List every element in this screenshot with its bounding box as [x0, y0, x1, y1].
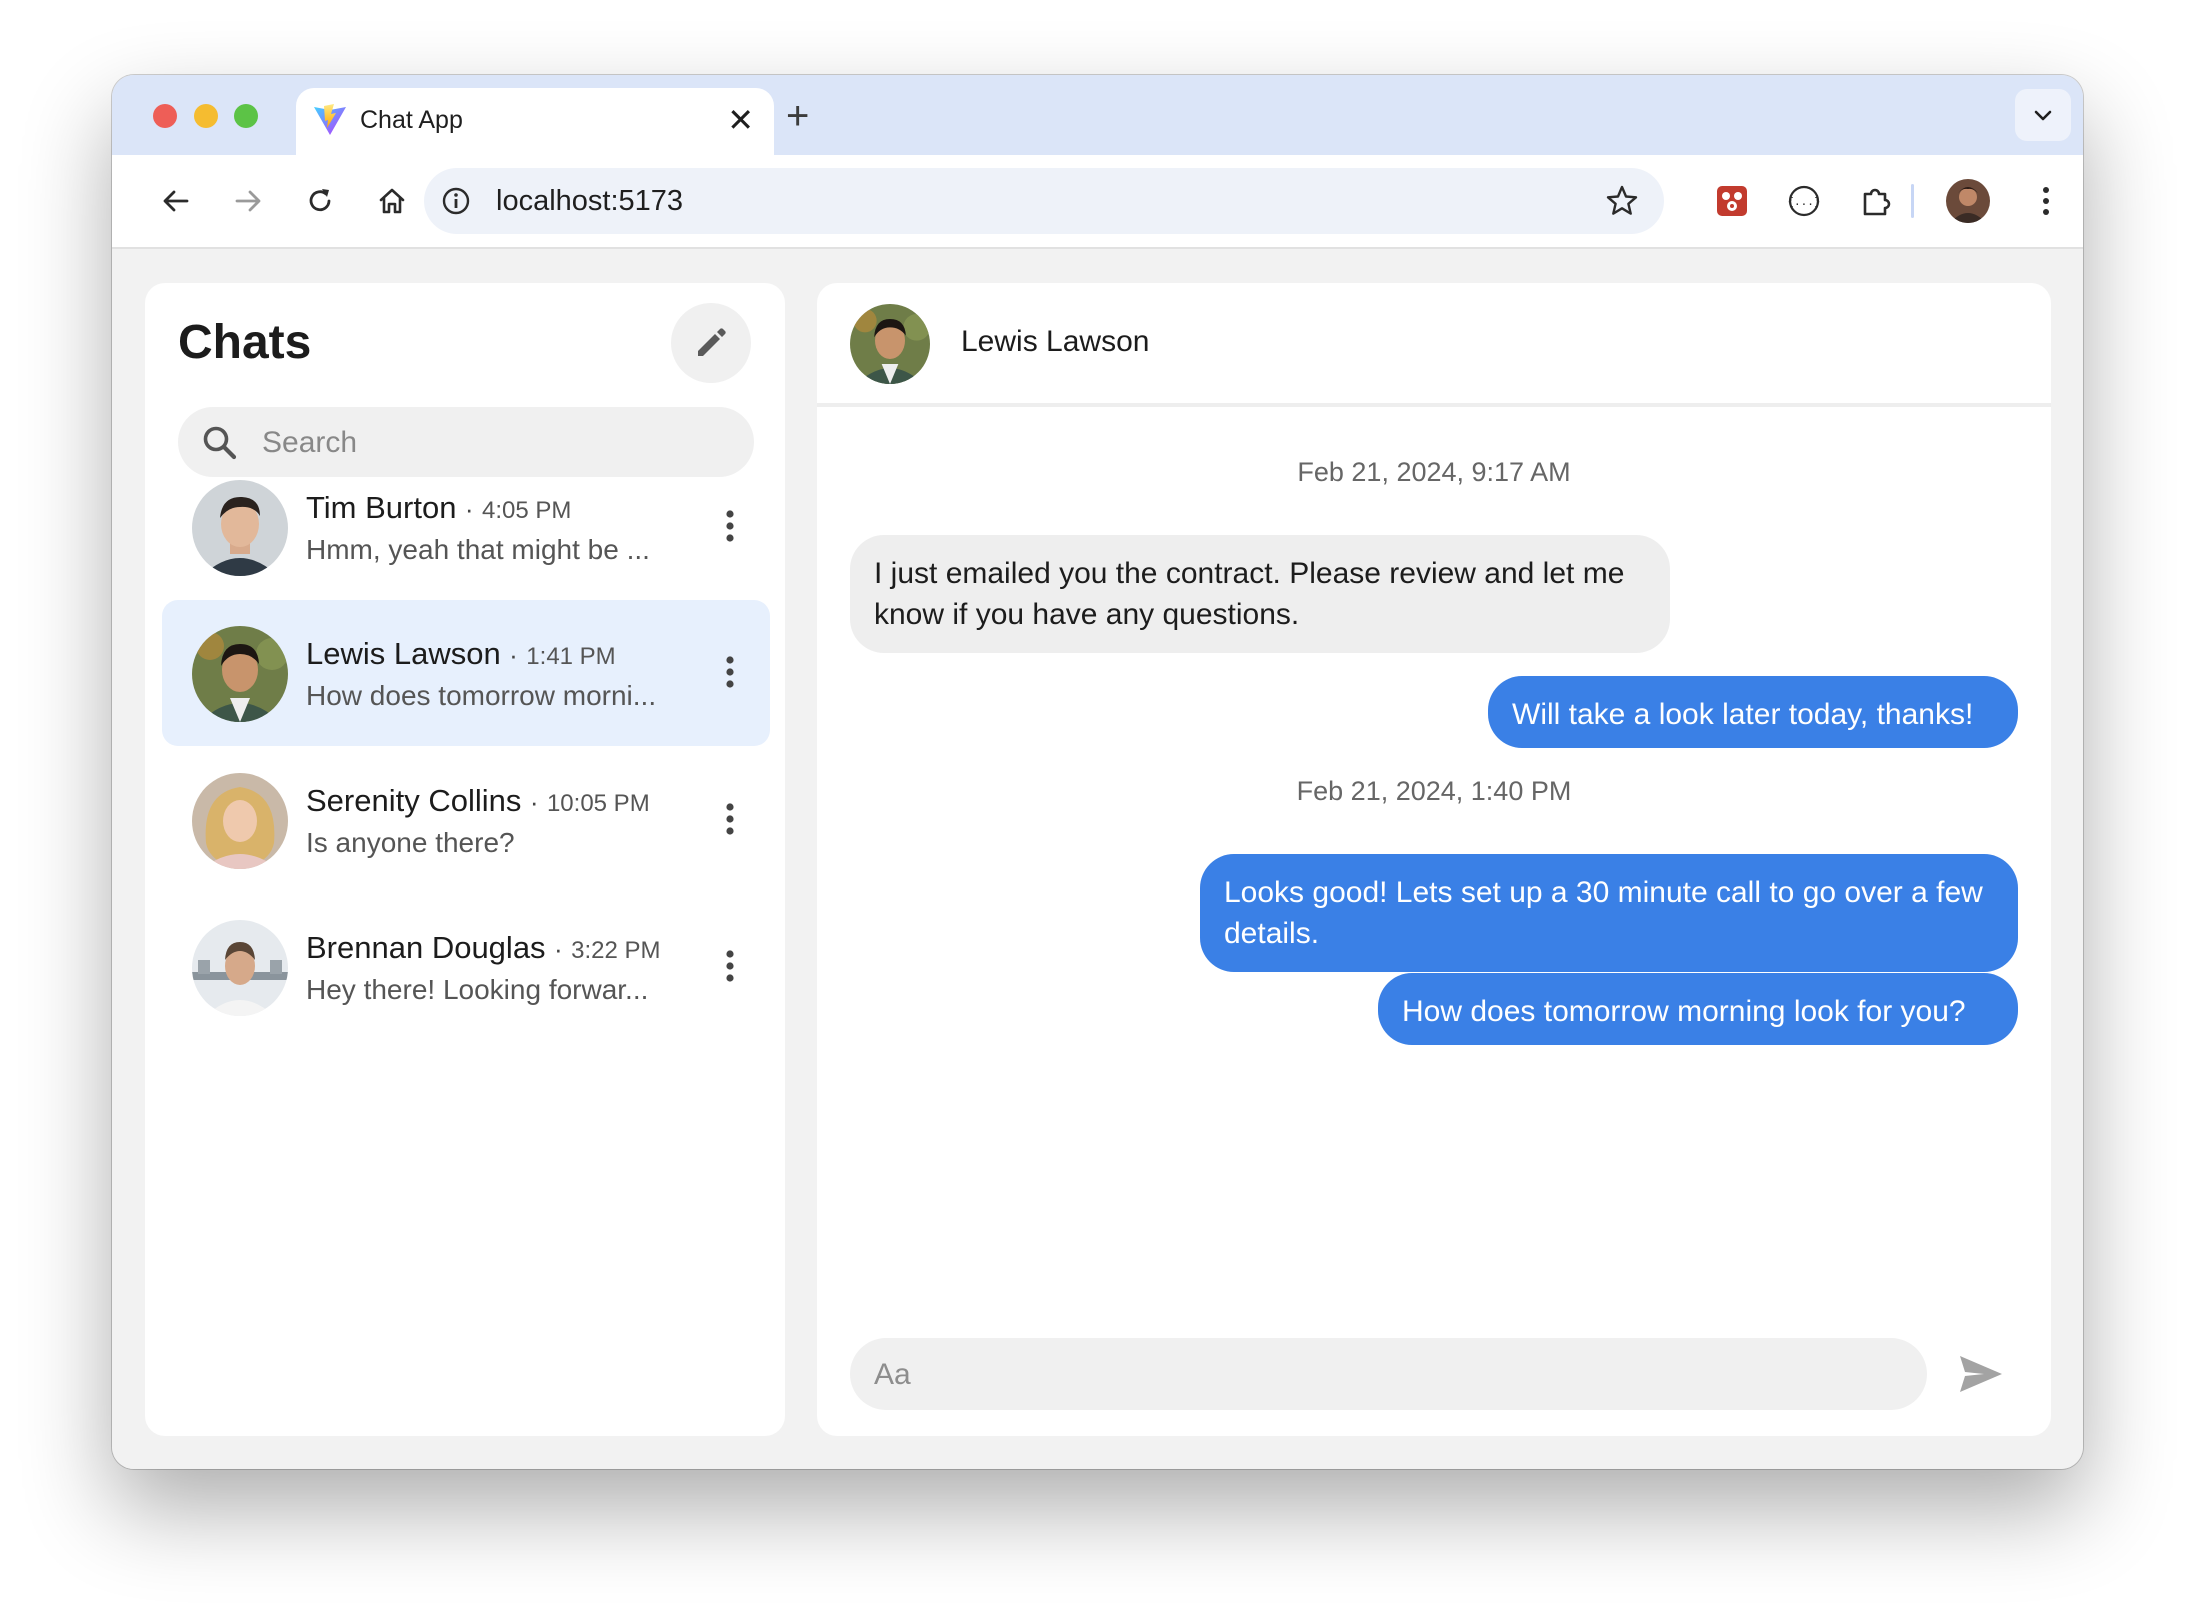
chat-separator: · — [509, 640, 518, 670]
extension-button[interactable] — [1712, 181, 1752, 221]
chat-timestamp: 4:05 PM — [482, 497, 572, 524]
vertical-dots-icon — [2043, 187, 2049, 215]
site-info-icon[interactable] — [440, 185, 472, 217]
new-tab-button[interactable]: + — [786, 91, 809, 141]
send-button[interactable] — [1955, 1350, 2007, 1398]
home-icon — [379, 188, 405, 214]
chat-contact-name: Brennan Douglas — [306, 930, 546, 965]
devtools-extension-icon: {...} — [1787, 185, 1821, 217]
avatar — [192, 920, 288, 1016]
sidebar-title: Chats — [178, 316, 312, 369]
chat-timestamp: 3:22 PM — [571, 937, 661, 964]
outgoing-message: Will take a look later today, thanks! — [1488, 676, 2018, 748]
back-button[interactable] — [156, 181, 196, 221]
tab-search-button[interactable] — [2015, 89, 2071, 141]
incoming-message: I just emailed you the contract. Please … — [850, 535, 1670, 653]
chat-options-button[interactable] — [710, 496, 750, 556]
extension-button[interactable]: {...} — [1784, 181, 1824, 221]
chat-list-item[interactable]: Tim Burton · 4:05 PM Hmm, yeah that migh… — [162, 454, 770, 600]
chevron-down-icon — [2034, 110, 2052, 121]
minimize-window-button[interactable] — [194, 104, 218, 128]
forward-button[interactable] — [228, 181, 268, 221]
close-window-button[interactable] — [153, 104, 177, 128]
chat-list-item[interactable]: Brennan Douglas · 3:22 PM Hey there! Loo… — [162, 894, 770, 1040]
profile-avatar[interactable] — [1946, 179, 1990, 223]
chat-options-button[interactable] — [710, 789, 750, 849]
page-content: Chats Search Tim Burton · 4:05 PM Hmm, y… — [112, 249, 2083, 1469]
home-button[interactable] — [372, 181, 412, 221]
send-icon — [1960, 1356, 2002, 1392]
message-timestamp: Feb 21, 2024, 1:40 PM — [1296, 776, 1572, 806]
svg-text:{...}: {...} — [1787, 195, 1820, 208]
chat-contact-name: Tim Burton — [306, 490, 457, 525]
maximize-window-button[interactable] — [234, 104, 258, 128]
reload-icon — [309, 189, 331, 212]
vertical-dots-icon — [726, 510, 734, 542]
chat-contact-name: Serenity Collins — [306, 783, 522, 818]
chat-separator: · — [529, 787, 539, 817]
url-text[interactable]: localhost:5173 — [496, 185, 683, 218]
toolbar-divider — [1911, 184, 1914, 218]
new-chat-button[interactable] — [671, 303, 751, 383]
chat-preview: Hmm, yeah that might be ... — [306, 534, 650, 565]
vertical-dots-icon — [726, 803, 734, 835]
red-extension-icon — [1717, 186, 1747, 216]
vertical-dots-icon — [726, 950, 734, 982]
arrow-right-icon — [235, 190, 261, 212]
bookmark-star-icon[interactable] — [1604, 183, 1640, 219]
extensions-button[interactable] — [1856, 181, 1896, 221]
address-bar[interactable]: localhost:5173 — [424, 168, 1664, 234]
chat-list-item[interactable]: Serenity Collins · 10:05 PM Is anyone th… — [162, 747, 770, 893]
puzzle-piece-icon — [1863, 188, 1891, 216]
vertical-dots-icon — [726, 656, 734, 688]
message-input[interactable] — [872, 1338, 1906, 1412]
message-timestamp: Feb 21, 2024, 9:17 AM — [1297, 457, 1571, 487]
chat-preview: How does tomorrow morni... — [306, 680, 657, 711]
vite-logo-icon — [314, 104, 346, 135]
chat-options-button[interactable] — [710, 936, 750, 996]
tab-title: Chat App — [360, 106, 463, 134]
outgoing-message: Looks good! Lets set up a 30 minute call… — [1200, 854, 2018, 972]
avatar[interactable] — [850, 304, 930, 384]
chat-separator: · — [554, 934, 563, 964]
tab-bar: Chat App ✕ + — [112, 75, 2083, 155]
close-tab-icon[interactable]: ✕ — [727, 100, 754, 140]
avatar — [192, 773, 288, 869]
conversation-panel: Lewis Lawson Feb 21, 2024, 9:17 AM I jus… — [817, 283, 2051, 1436]
chat-preview: Is anyone there? — [306, 827, 515, 858]
avatar — [192, 480, 288, 576]
chat-options-button[interactable] — [710, 642, 750, 702]
browser-menu-button[interactable] — [2026, 181, 2066, 221]
chat-preview: Hey there! Looking forwar... — [306, 974, 649, 1005]
pencil-icon — [698, 328, 726, 356]
chat-timestamp: 10:05 PM — [546, 790, 650, 817]
chat-timestamp: 1:41 PM — [526, 643, 616, 670]
arrow-left-icon — [163, 190, 189, 212]
chats-sidebar: Chats Search Tim Burton · 4:05 PM Hmm, y… — [145, 283, 785, 1436]
message-composer[interactable] — [850, 1338, 1927, 1412]
profile-photo — [1946, 179, 1990, 223]
browser-tab[interactable]: Chat App ✕ — [296, 88, 774, 155]
reload-button[interactable] — [300, 181, 340, 221]
browser-toolbar: localhost:5173 {...} — [112, 155, 2083, 249]
chat-separator: · — [464, 494, 474, 524]
avatar — [192, 626, 288, 722]
browser-window: Chat App ✕ + localhost:5173 {...} Chats … — [112, 75, 2083, 1469]
conversation-header: Lewis Lawson — [817, 283, 2051, 407]
conversation-contact-name: Lewis Lawson — [961, 325, 1150, 358]
chat-list-item-active[interactable]: Lewis Lawson · 1:41 PM How does tomorrow… — [162, 600, 770, 746]
outgoing-message: How does tomorrow morning look for you? — [1378, 973, 2018, 1045]
chat-contact-name: Lewis Lawson — [306, 636, 501, 671]
